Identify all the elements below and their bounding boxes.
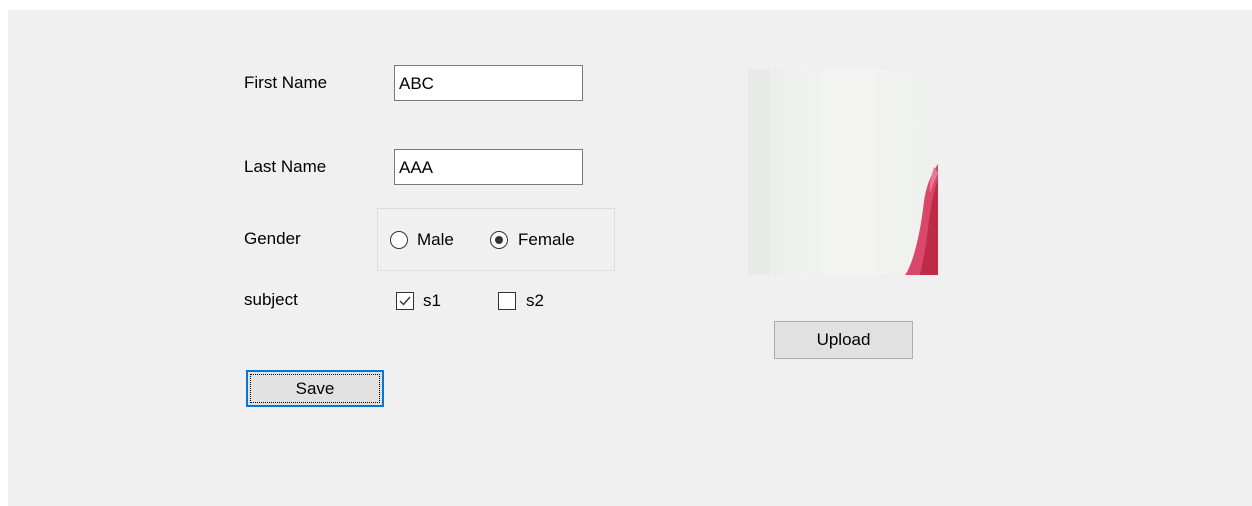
checkmark-icon	[399, 296, 411, 306]
s1-checkbox[interactable]	[396, 292, 414, 310]
radio-selected-dot	[495, 236, 503, 244]
photo-picturebox	[748, 69, 938, 275]
subject-label: subject	[244, 290, 298, 309]
photo-image	[748, 69, 938, 275]
last-name-input[interactable]	[394, 149, 583, 185]
s2-checkbox[interactable]	[498, 292, 516, 310]
female-radio[interactable]	[490, 231, 508, 249]
gender-label: Gender	[244, 229, 301, 248]
gender-groupbox: Male Female	[377, 208, 615, 271]
male-radio-label: Male	[417, 230, 454, 249]
subject-option-s1[interactable]: s1	[396, 290, 466, 312]
s2-checkbox-label: s2	[526, 291, 544, 310]
female-radio-label: Female	[518, 230, 575, 249]
first-name-label: First Name	[244, 73, 328, 92]
upload-button[interactable]: Upload	[774, 321, 913, 359]
save-button[interactable]: Save	[246, 370, 384, 407]
subject-option-s2[interactable]: s2	[498, 290, 568, 312]
upload-button-label: Upload	[816, 330, 871, 349]
gender-option-male[interactable]: Male	[390, 229, 485, 251]
s1-checkbox-label: s1	[423, 291, 441, 310]
form-window: First Name Last Name Gender Male Female …	[8, 10, 1252, 506]
first-name-input[interactable]	[394, 65, 583, 101]
gender-option-female[interactable]: Female	[490, 229, 605, 251]
male-radio[interactable]	[390, 231, 408, 249]
last-name-label: Last Name	[244, 157, 327, 176]
save-button-label: Save	[295, 379, 335, 398]
